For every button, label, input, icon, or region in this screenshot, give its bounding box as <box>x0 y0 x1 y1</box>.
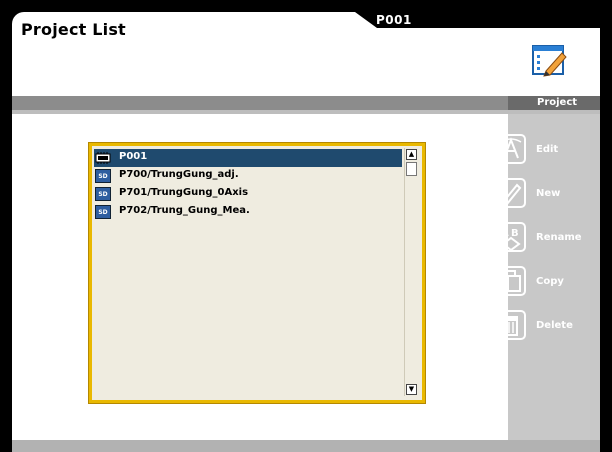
list-item-label: P001 <box>119 151 148 162</box>
trash-icon <box>496 310 526 340</box>
edit-icon <box>496 134 526 164</box>
list-item-label: P700/TrungGung_adj. <box>119 169 239 180</box>
scroll-up-button[interactable]: ▲ <box>406 149 417 160</box>
current-project-label: P001 <box>376 13 412 27</box>
copy-label: Copy <box>536 276 564 287</box>
rename-label: Rename <box>536 232 582 243</box>
scroll-down-button[interactable]: ▼ <box>406 384 417 395</box>
list-item-label: P702/Trung_Gung_Mea. <box>119 205 250 216</box>
bottom-bar <box>12 440 600 452</box>
list-item[interactable]: SD P700/TrungGung_adj. <box>94 167 402 185</box>
delete-label: Delete <box>536 320 573 331</box>
list-item[interactable]: P001 <box>94 149 402 167</box>
rename-icon: A B <box>496 222 526 252</box>
copy-icon <box>496 266 526 296</box>
new-label: New <box>536 188 561 199</box>
svg-text:A: A <box>501 228 509 239</box>
edit-label: Edit <box>536 144 559 155</box>
rename-button[interactable]: A B Rename <box>496 222 600 256</box>
list-scrollbar[interactable] <box>404 148 419 396</box>
side-panel-heading: Project <box>537 97 578 108</box>
delete-button[interactable]: Delete <box>496 310 600 344</box>
sd-card-icon: SD <box>95 205 111 219</box>
pencil-icon <box>496 178 526 208</box>
edit-button[interactable]: Edit <box>496 134 600 168</box>
sd-card-icon: SD <box>95 169 111 183</box>
copy-button[interactable]: Copy <box>496 266 600 300</box>
sd-card-icon: SD <box>95 187 111 201</box>
list-item[interactable]: SD P702/Trung_Gung_Mea. <box>94 203 402 221</box>
list-item-label: P701/TrungGung_0Axis <box>119 187 249 198</box>
internal-memory-icon <box>95 152 111 164</box>
list-item[interactable]: SD P701/TrungGung_0Axis <box>94 185 402 203</box>
new-button[interactable]: New <box>496 178 600 212</box>
edit-window-icon[interactable] <box>532 43 568 79</box>
scroll-thumb[interactable] <box>406 162 417 176</box>
page-title: Project List <box>21 20 126 39</box>
svg-text:B: B <box>511 228 519 239</box>
